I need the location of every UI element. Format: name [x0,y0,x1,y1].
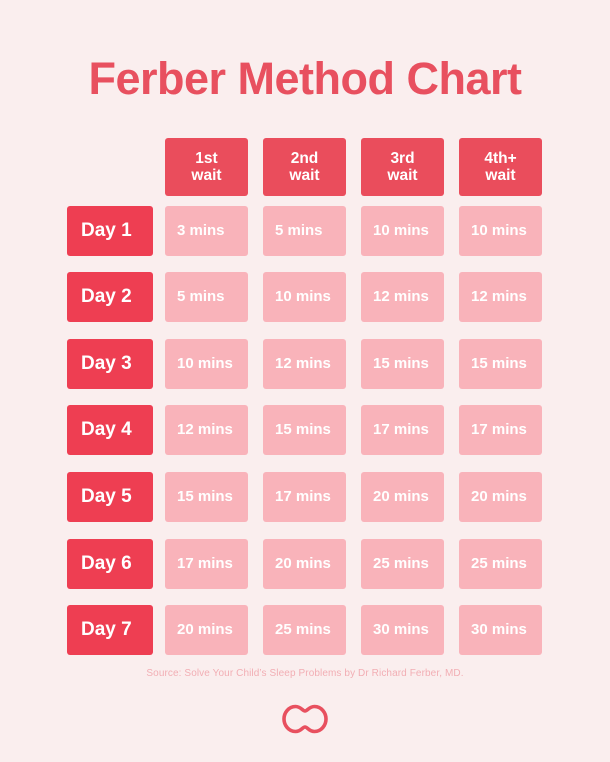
cell-value: 12 mins [275,354,331,372]
column-header-label: 2nd wait [289,149,320,184]
row-label-text: Day 1 [81,220,132,242]
row-label-day-4: Day 4 [67,405,153,455]
table-cell: 20 mins [165,605,248,655]
cell-value: 20 mins [275,554,331,572]
table-cell: 30 mins [459,605,542,655]
cell-value: 15 mins [373,354,429,372]
table-cell: 25 mins [263,605,346,655]
ferber-method-chart-page: Ferber Method Chart 1st wait 2nd wait 3rd w… [0,0,610,762]
cell-value: 25 mins [275,620,331,638]
column-header-4th-plus-wait: 4th+ wait [459,138,542,196]
cell-value: 12 mins [177,420,233,438]
cell-value: 5 mins [275,221,323,239]
cell-value: 20 mins [177,620,233,638]
table-cell: 17 mins [263,472,346,522]
table-cell: 3 mins [165,206,248,256]
cell-value: 5 mins [177,287,225,305]
row-label-text: Day 6 [81,553,132,575]
cell-value: 25 mins [471,554,527,572]
cell-value: 17 mins [373,420,429,438]
row-label-day-7: Day 7 [67,605,153,655]
table-cell: 10 mins [459,206,542,256]
table-cell: 17 mins [459,405,542,455]
cell-value: 25 mins [373,554,429,572]
table-cell: 10 mins [165,339,248,389]
cell-value: 15 mins [471,354,527,372]
table-cell: 30 mins [361,605,444,655]
table-cell: 20 mins [263,539,346,589]
row-label-day-5: Day 5 [67,472,153,522]
row-label-day-1: Day 1 [67,206,153,256]
column-header-label: 3rd wait [387,149,418,184]
table-cell: 15 mins [459,339,542,389]
table-cell: 17 mins [165,539,248,589]
table-cell: 12 mins [459,272,542,322]
table-cell: 15 mins [263,405,346,455]
table-cell: 15 mins [165,472,248,522]
cell-value: 10 mins [373,221,429,239]
row-label-text: Day 5 [81,486,132,508]
table-cell: 25 mins [459,539,542,589]
cell-value: 17 mins [177,554,233,572]
column-header-3rd-wait: 3rd wait [361,138,444,196]
table-cell: 12 mins [165,405,248,455]
table-cell: 12 mins [263,339,346,389]
row-label-text: Day 7 [81,619,132,641]
cell-value: 10 mins [275,287,331,305]
cell-value: 15 mins [275,420,331,438]
row-label-day-6: Day 6 [67,539,153,589]
column-header-1st-wait: 1st wait [165,138,248,196]
row-label-text: Day 4 [81,419,132,441]
cell-value: 30 mins [471,620,527,638]
table-cell: 10 mins [361,206,444,256]
table-cell: 20 mins [361,472,444,522]
row-label-text: Day 2 [81,286,132,308]
cell-value: 20 mins [471,487,527,505]
table-cell: 15 mins [361,339,444,389]
peanut-logo-icon [281,703,329,735]
row-label-day-2: Day 2 [67,272,153,322]
cell-value: 10 mins [471,221,527,239]
row-label-day-3: Day 3 [67,339,153,389]
source-citation: Source: Solve Your Child’s Sleep Problem… [146,668,464,679]
table-cell: 17 mins [361,405,444,455]
cell-value: 3 mins [177,221,225,239]
cell-value: 15 mins [177,487,233,505]
cell-value: 10 mins [177,354,233,372]
table-cell: 5 mins [165,272,248,322]
column-header-label: 4th+ wait [484,149,517,184]
table-cell: 12 mins [361,272,444,322]
cell-value: 30 mins [373,620,429,638]
ferber-schedule-table: 1st wait 2nd wait 3rd wait 4th+ wait Day 1 3… [0,0,610,762]
cell-value: 17 mins [275,487,331,505]
cell-value: 20 mins [373,487,429,505]
column-header-2nd-wait: 2nd wait [263,138,346,196]
cell-value: 12 mins [471,287,527,305]
cell-value: 12 mins [373,287,429,305]
column-header-label: 1st wait [191,149,222,184]
cell-value: 17 mins [471,420,527,438]
table-cell: 10 mins [263,272,346,322]
table-cell: 5 mins [263,206,346,256]
table-cell: 25 mins [361,539,444,589]
table-cell: 20 mins [459,472,542,522]
row-label-text: Day 3 [81,353,132,375]
